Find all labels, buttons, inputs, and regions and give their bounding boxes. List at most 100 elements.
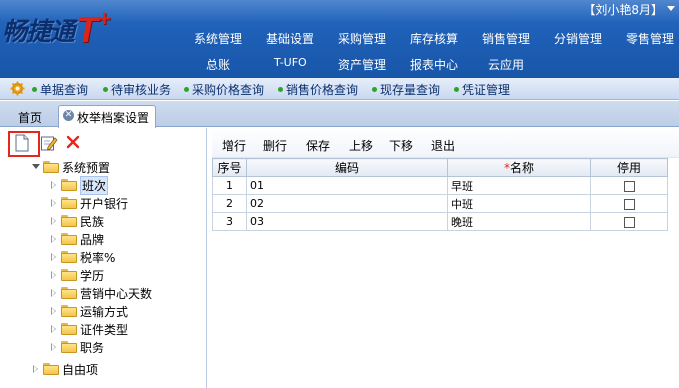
user-menu[interactable]: 【刘小艳8月】 — [583, 1, 663, 18]
quick-pending-review[interactable]: 待审核业务 — [103, 81, 171, 98]
green-dot-icon — [372, 87, 377, 92]
tree-node-bank[interactable]: 开户银行 — [50, 194, 128, 212]
tree-node-brand[interactable]: 品牌 — [50, 230, 104, 248]
new-document-icon[interactable] — [14, 134, 30, 152]
cell-code[interactable]: 01 — [246, 176, 448, 195]
cell-code[interactable]: 03 — [246, 212, 448, 231]
save-button[interactable]: 保存 — [306, 137, 330, 154]
close-icon[interactable]: ✕ — [63, 110, 74, 121]
quick-document-query[interactable]: 单据查询 — [32, 81, 88, 98]
quick-toolbar: 单据查询 待审核业务 采购价格查询 销售价格查询 现存量查询 凭证管理 — [0, 78, 679, 100]
cell-seq: 1 — [212, 176, 247, 195]
tree-node-education[interactable]: 学历 — [50, 266, 104, 284]
user-dropdown-icon[interactable] — [665, 2, 677, 14]
quick-stock-query[interactable]: 现存量查询 — [372, 81, 440, 98]
logo-plus: + — [98, 6, 111, 31]
collapse-arrow-icon[interactable] — [50, 216, 58, 226]
menu-retail-management[interactable]: 零售管理 — [626, 30, 674, 47]
quick-sales-price-query[interactable]: 销售价格查询 — [278, 81, 358, 98]
delete-row-button[interactable]: 删行 — [263, 137, 287, 154]
menu-sales-management[interactable]: 销售管理 — [482, 30, 530, 47]
tree-node-marketing-days[interactable]: 营销中心天数 — [50, 284, 152, 302]
quick-voucher-management[interactable]: 凭证管理 — [454, 81, 510, 98]
disabled-checkbox[interactable] — [623, 198, 635, 210]
tree-node-shipping-method[interactable]: 运输方式 — [50, 302, 128, 320]
tab-home[interactable]: 首页 — [18, 109, 42, 126]
menu-t-ufo[interactable]: T-UFO — [274, 56, 307, 69]
move-down-button[interactable]: 下移 — [389, 137, 413, 154]
add-row-button[interactable]: 增行 — [222, 137, 246, 154]
expand-arrow-icon[interactable] — [32, 162, 40, 172]
green-dot-icon — [278, 87, 283, 92]
tree-node-system-preset[interactable]: 系统预置 — [32, 158, 110, 176]
collapse-arrow-icon[interactable] — [50, 324, 58, 334]
tree-node-label: 税率% — [80, 250, 116, 265]
col-header-name[interactable]: *名称 — [447, 158, 591, 177]
edit-icon[interactable] — [40, 134, 58, 152]
table-row[interactable]: 3 03 晚班 — [212, 212, 668, 231]
menu-cloud-apps[interactable]: 云应用 — [488, 56, 524, 73]
tree-node-ethnicity[interactable]: 民族 — [50, 212, 104, 230]
delete-icon[interactable] — [66, 135, 80, 149]
menu-distribution-management[interactable]: 分销管理 — [554, 30, 602, 47]
quick-purchase-price-query[interactable]: 采购价格查询 — [184, 81, 264, 98]
app-header: 畅捷通 T + 【刘小艳8月】 系统管理 基础设置 采购管理 库存核算 销售管理… — [0, 0, 679, 78]
gear-icon[interactable] — [10, 81, 25, 96]
main-menu-row-2: 总账 T-UFO 资产管理 报表中心 云应用 — [0, 56, 679, 72]
collapse-arrow-icon[interactable] — [50, 180, 58, 190]
folder-icon — [61, 287, 77, 299]
menu-system-management[interactable]: 系统管理 — [194, 30, 242, 47]
folder-icon — [61, 197, 77, 209]
cell-seq: 2 — [212, 194, 247, 213]
disabled-checkbox[interactable] — [623, 216, 635, 228]
collapse-arrow-icon[interactable] — [50, 288, 58, 298]
menu-basic-settings[interactable]: 基础设置 — [266, 30, 314, 47]
tree-node-position[interactable]: 职务 — [50, 338, 104, 356]
move-up-button[interactable]: 上移 — [349, 137, 373, 154]
tree-node-tax-rate[interactable]: 税率% — [50, 248, 115, 266]
cell-disabled — [590, 212, 668, 231]
cell-seq: 3 — [212, 212, 247, 231]
cell-name[interactable]: 早班 — [447, 176, 591, 195]
menu-general-ledger[interactable]: 总账 — [206, 56, 230, 73]
tree-node-label: 系统预置 — [62, 160, 111, 175]
folder-icon — [43, 161, 59, 173]
right-content-panel: 增行 删行 保存 上移 下移 退出 序号 编码 *名称 停用 1 01 早班 2… — [212, 128, 679, 388]
folder-icon — [61, 341, 77, 353]
action-toolbar: 增行 删行 保存 上移 下移 退出 — [212, 128, 679, 158]
menu-report-center[interactable]: 报表中心 — [410, 56, 458, 73]
menu-purchase-management[interactable]: 采购管理 — [338, 30, 386, 47]
collapse-arrow-icon[interactable] — [50, 234, 58, 244]
grid-header-row: 序号 编码 *名称 停用 — [212, 158, 668, 177]
tree-node-label: 班次 — [80, 175, 109, 195]
exit-button[interactable]: 退出 — [431, 137, 455, 154]
tree-node-shift[interactable]: 班次 — [50, 175, 109, 195]
tree-node-id-type[interactable]: 证件类型 — [50, 320, 128, 338]
tab-enum-archive-settings[interactable]: ✕ 枚举档案设置 — [58, 105, 156, 128]
tree-node-label: 民族 — [80, 214, 105, 229]
main-menu-row-1: 系统管理 基础设置 采购管理 库存核算 销售管理 分销管理 零售管理 — [0, 30, 679, 46]
collapse-arrow-icon[interactable] — [32, 364, 40, 374]
folder-icon — [61, 251, 77, 263]
cell-name[interactable]: 中班 — [447, 194, 591, 213]
menu-inventory-accounting[interactable]: 库存核算 — [410, 30, 458, 47]
cell-code[interactable]: 02 — [246, 194, 448, 213]
menu-asset-management[interactable]: 资产管理 — [338, 56, 386, 73]
col-header-disabled[interactable]: 停用 — [590, 158, 668, 177]
collapse-arrow-icon[interactable] — [50, 198, 58, 208]
folder-icon — [61, 233, 77, 245]
cell-name[interactable]: 晚班 — [447, 212, 591, 231]
table-row[interactable]: 2 02 中班 — [212, 194, 668, 213]
tab-bar: 首页 ✕ 枚举档案设置 — [0, 101, 679, 128]
green-dot-icon — [32, 87, 37, 92]
col-header-seq[interactable]: 序号 — [212, 158, 247, 177]
tree-node-free-items[interactable]: 自由项 — [32, 360, 98, 378]
col-header-code[interactable]: 编码 — [246, 158, 448, 177]
table-row[interactable]: 1 01 早班 — [212, 176, 668, 195]
collapse-arrow-icon[interactable] — [50, 342, 58, 352]
collapse-arrow-icon[interactable] — [50, 270, 58, 280]
disabled-checkbox[interactable] — [623, 180, 635, 192]
collapse-arrow-icon[interactable] — [50, 252, 58, 262]
collapse-arrow-icon[interactable] — [50, 306, 58, 316]
green-dot-icon — [103, 87, 108, 92]
